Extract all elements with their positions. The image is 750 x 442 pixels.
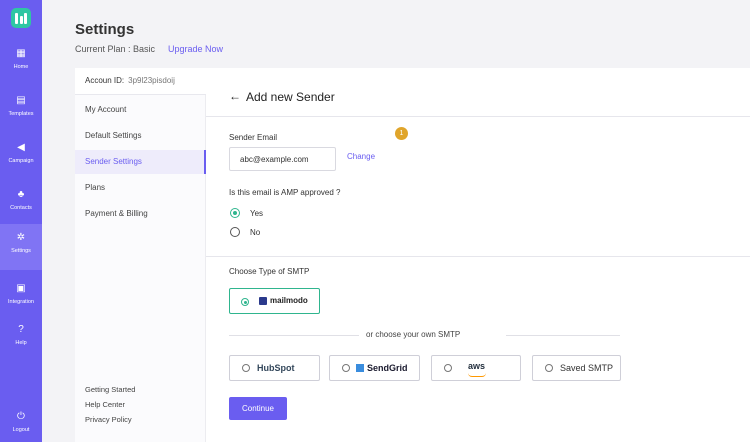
- sendgrid-logo-icon: [356, 364, 364, 372]
- sidebar-item-logout[interactable]: ⏻ Logout: [0, 403, 42, 442]
- amp-no-radio[interactable]: [230, 227, 240, 237]
- menu-item-sender-settings[interactable]: Sender Settings: [75, 150, 206, 174]
- sidebar-item-label: Home: [13, 64, 29, 70]
- getting-started-link[interactable]: Getting Started: [85, 385, 135, 394]
- sidebar-item-label: Contacts: [10, 205, 32, 211]
- current-plan: Current Plan : Basic: [75, 44, 156, 54]
- menu-item-plans[interactable]: Plans: [75, 176, 206, 200]
- sidebar-item-label: Integration: [8, 299, 34, 305]
- menu-item-payment-billing[interactable]: Payment & Billing: [75, 202, 206, 226]
- help-center-link[interactable]: Help Center: [85, 400, 125, 409]
- saved-smtp-radio[interactable]: [545, 364, 553, 372]
- mailmodo-label: mailmodo: [270, 296, 308, 305]
- sender-panel: ← Add new Sender Sender Email 1 abc@exam…: [206, 68, 750, 442]
- sidebar-item-help[interactable]: ? Help: [0, 316, 42, 362]
- aws-label: aws: [468, 361, 486, 371]
- power-icon: ⏻: [17, 411, 25, 422]
- grid-icon: ▦: [16, 48, 26, 59]
- settings-menu: Accoun ID: 3p9l23pisdoij My Account Defau…: [75, 68, 206, 442]
- sidebar-item-label: Help: [15, 340, 27, 346]
- mailmodo-radio[interactable]: [241, 298, 249, 306]
- sidebar-item-home[interactable]: ▦ Home: [0, 40, 42, 86]
- amp-no-label: No: [250, 228, 261, 237]
- sidebar-item-label: Campaign: [8, 158, 34, 164]
- sendgrid-label: SendGrid: [367, 363, 408, 373]
- privacy-policy-link[interactable]: Privacy Policy: [85, 415, 132, 424]
- megaphone-icon: ◀: [17, 142, 25, 153]
- sidebar-item-label: Logout: [12, 427, 30, 433]
- mailmodo-smtp-option[interactable]: mailmodo: [229, 288, 320, 314]
- account-id-label: Accoun ID:: [85, 76, 125, 85]
- gear-icon: ✲: [16, 232, 26, 243]
- amp-yes-radio[interactable]: [230, 208, 240, 218]
- notification-badge: 1: [395, 127, 408, 140]
- continue-button[interactable]: Continue: [229, 397, 287, 420]
- account-id-value: 3p9l23pisdoij: [128, 76, 175, 85]
- aws-smtp-option[interactable]: aws: [431, 355, 521, 381]
- plug-icon: ▣: [16, 283, 26, 294]
- hubspot-label: HubSpot: [257, 363, 295, 373]
- amp-yes-label: Yes: [250, 209, 264, 218]
- sender-email-label: Sender Email: [229, 133, 278, 142]
- divider: [506, 335, 620, 336]
- mailmodo-logo-icon: [259, 297, 267, 305]
- divider: [229, 335, 359, 336]
- divider: [206, 256, 750, 257]
- page-title: Settings: [75, 21, 135, 38]
- amp-question: Is this email is AMP approved ?: [229, 188, 341, 197]
- sender-email-field[interactable]: abc@example.com: [229, 147, 336, 171]
- menu-item-default-settings[interactable]: Default Settings: [75, 124, 206, 148]
- sidebar: ▦ Home ▤ Templates ◀ Campaign ♣ Contacts…: [0, 0, 42, 442]
- divider: [206, 116, 750, 117]
- sendgrid-smtp-option[interactable]: SendGrid: [329, 355, 420, 381]
- sidebar-item-campaign[interactable]: ◀ Campaign: [0, 134, 42, 180]
- aws-radio[interactable]: [444, 364, 452, 372]
- menu-item-my-account[interactable]: My Account: [75, 98, 206, 122]
- app-logo[interactable]: [11, 8, 31, 28]
- hubspot-smtp-option[interactable]: HubSpot: [229, 355, 320, 381]
- sidebar-item-integration[interactable]: ▣ Integration: [0, 275, 42, 321]
- document-icon: ▤: [16, 95, 26, 106]
- sidebar-item-label: Settings: [11, 248, 31, 254]
- account-id: Accoun ID: 3p9l23pisdoij: [75, 68, 206, 95]
- or-choose-text: or choose your own SMTP: [366, 330, 461, 339]
- question-icon: ?: [18, 324, 24, 335]
- contacts-icon: ♣: [17, 189, 25, 200]
- sidebar-item-settings[interactable]: ✲ Settings: [0, 224, 42, 270]
- upgrade-link[interactable]: Upgrade Now: [168, 44, 223, 54]
- saved-smtp-label: Saved SMTP: [560, 363, 614, 373]
- back-arrow-icon[interactable]: ←: [229, 89, 241, 103]
- sidebar-item-templates[interactable]: ▤ Templates: [0, 87, 42, 133]
- saved-smtp-option[interactable]: Saved SMTP: [532, 355, 621, 381]
- aws-smile-icon: [468, 373, 486, 377]
- smtp-type-label: Choose Type of SMTP: [229, 267, 310, 276]
- sidebar-item-contacts[interactable]: ♣ Contacts: [0, 181, 42, 227]
- hubspot-radio[interactable]: [242, 364, 250, 372]
- sidebar-item-label: Templates: [8, 111, 34, 117]
- change-email-link[interactable]: Change: [347, 152, 375, 161]
- panel-title: Add new Sender: [246, 90, 335, 104]
- sendgrid-radio[interactable]: [342, 364, 350, 372]
